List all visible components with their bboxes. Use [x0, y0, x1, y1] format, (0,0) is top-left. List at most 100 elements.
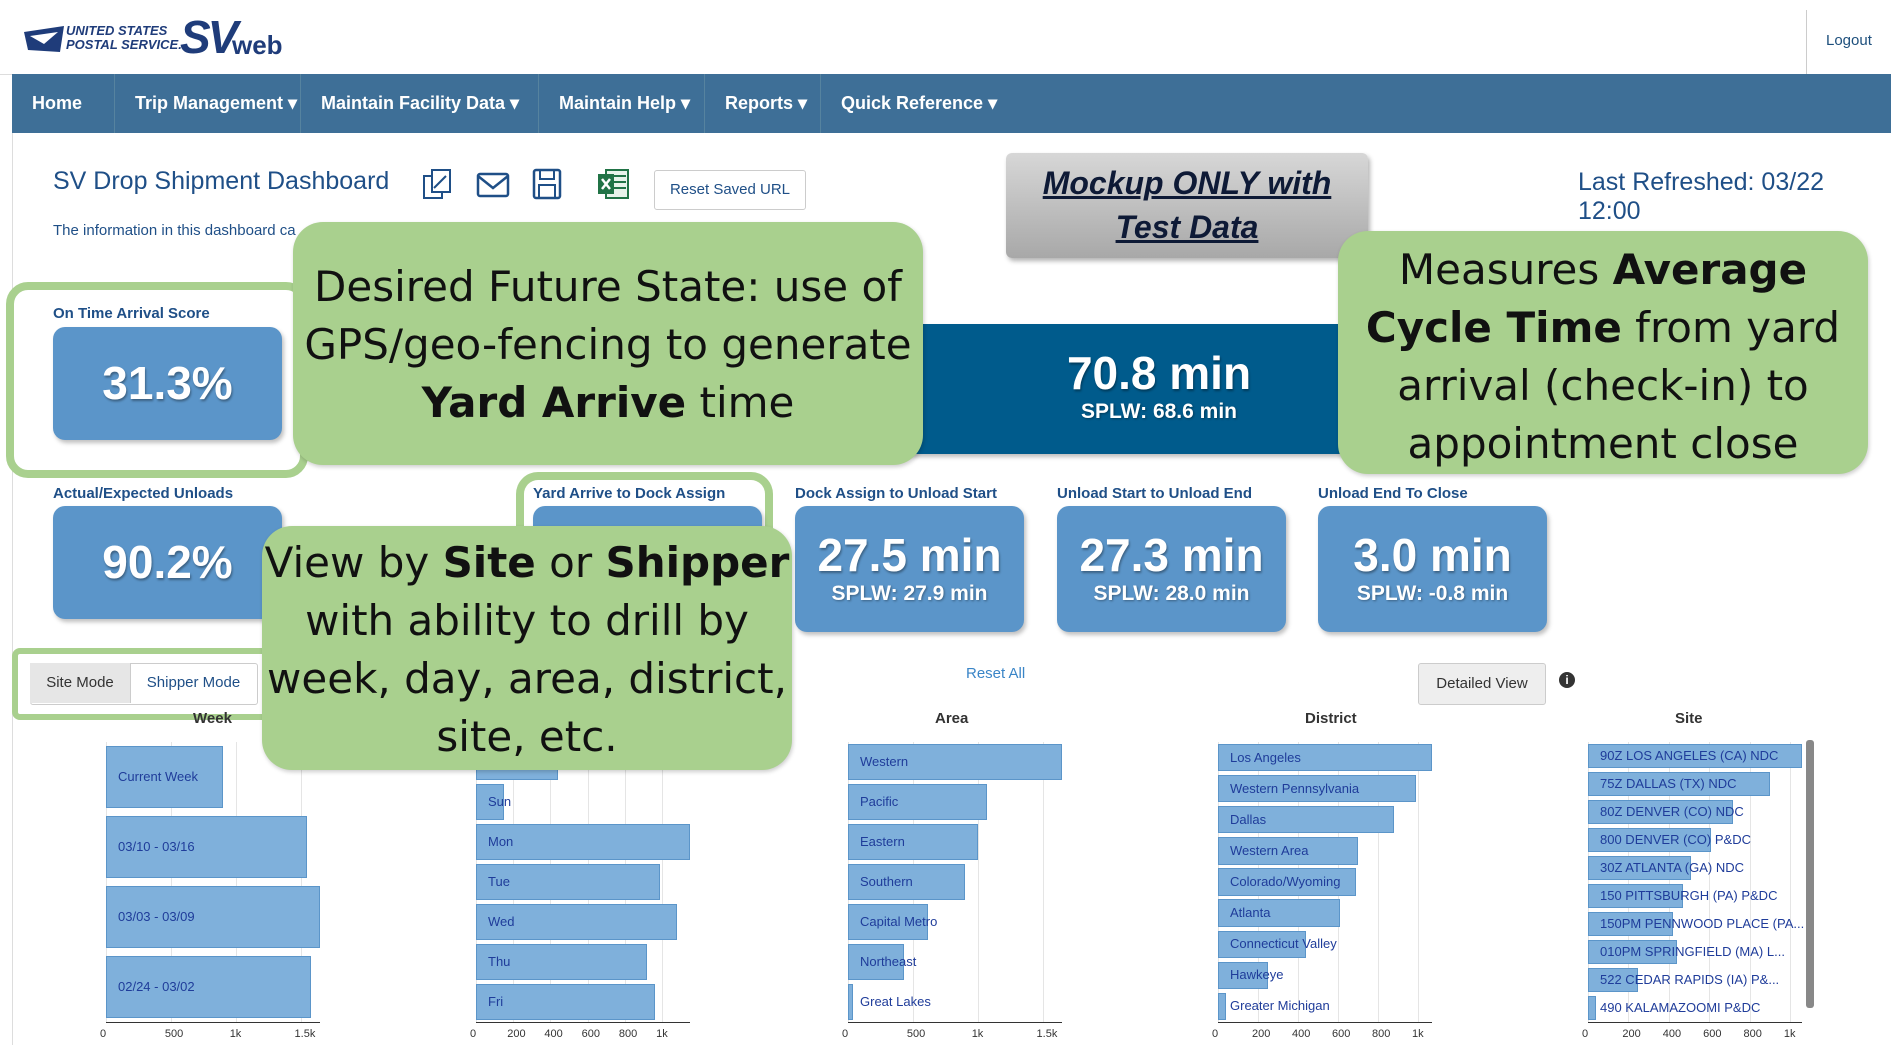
- future-state-text: Desired Future State: use of GPS/geo-fen…: [304, 262, 912, 369]
- chart-x-axis: [848, 1022, 1062, 1023]
- chart-tick-label: 1k: [971, 1028, 984, 1040]
- chart-tick-label: 1k: [229, 1028, 242, 1040]
- chart-bar-label: Southern: [860, 874, 913, 889]
- excel-export-icon[interactable]: [596, 168, 630, 200]
- chart-tick-label: 0: [842, 1028, 849, 1040]
- actual-expected-tile[interactable]: 90.2%: [53, 506, 282, 619]
- save-icon[interactable]: [530, 168, 564, 200]
- chart-tick-label: 800: [1372, 1028, 1391, 1040]
- yard-to-dock-label: Yard Arrive to Dock Assign: [533, 485, 726, 502]
- nav-quick-reference[interactable]: Quick Reference ▾: [821, 74, 1021, 133]
- chart-bar-label: 522 CEDAR RAPIDS (IA) P&...: [1600, 972, 1780, 987]
- chart-bar-label: Western: [860, 754, 909, 769]
- chart-tick-label: 800: [618, 1028, 638, 1040]
- svweb-logo-sv: SV: [180, 11, 238, 63]
- nav-trip-management[interactable]: Trip Management ▾: [115, 74, 301, 133]
- chart-title: District: [1305, 710, 1357, 727]
- unload-start-end-label: Unload Start to Unload End: [1057, 485, 1252, 502]
- chart-bar-label: Thu: [488, 954, 511, 969]
- chart-gridline: [1789, 742, 1791, 1022]
- chart-bar[interactable]: [1218, 992, 1226, 1021]
- chart-bar-label: 010PM SPRINGFIELD (MA) L...: [1600, 944, 1785, 959]
- view-by-text-end: with ability to drill by week, day, area…: [267, 596, 787, 761]
- info-icon[interactable]: i: [1559, 672, 1575, 688]
- site-chart: Site 0 200 400 600 800 1k 90Z LOS ANGELES (CA) …: [1582, 710, 1805, 1045]
- chart-bar-label: 80Z DENVER (CO) NDC: [1600, 804, 1744, 819]
- chart-bar-label: Tue: [488, 874, 510, 889]
- logout-link[interactable]: Logout: [1826, 32, 1872, 49]
- nav-maintain-facility-data[interactable]: Maintain Facility Data ▾: [301, 74, 539, 133]
- dock-to-unload-splw: SPLW: 27.9 min: [831, 582, 988, 605]
- nav-reports[interactable]: Reports ▾: [705, 74, 821, 133]
- chart-bar-label: Hawkeye: [1230, 967, 1284, 983]
- chart-bar-label: 150PM PENNWOOD PLACE (PA...: [1600, 916, 1805, 931]
- nav-maintain-help[interactable]: Maintain Help ▾: [539, 74, 705, 133]
- actual-expected-value: 90.2%: [102, 536, 233, 588]
- chart-bar-label: 800 DENVER (CO) P&DC: [1600, 832, 1751, 847]
- chart-bar-label: Wed: [488, 914, 515, 929]
- chart-bar-label: Western Pennsylvania: [1230, 780, 1360, 796]
- on-time-score-label: On Time Arrival Score: [53, 305, 210, 322]
- chart-bar-label: Fri: [488, 994, 504, 1009]
- chart-bar-label: Western Area: [1230, 842, 1309, 858]
- chart-bar-label: Greater Michigan: [1230, 998, 1330, 1014]
- dock-to-unload-label: Dock Assign to Unload Start: [795, 485, 997, 502]
- chart-bar[interactable]: [848, 984, 854, 1020]
- mockup-line1: Mockup ONLY with: [1042, 165, 1332, 201]
- chart-bar-label: Colorado/Wyoming: [1230, 874, 1341, 889]
- chart-bar-label: Pacific: [860, 794, 899, 809]
- email-icon[interactable]: [476, 168, 510, 200]
- chart-tick-label: 1.5k: [1036, 1028, 1058, 1040]
- district-chart: District 0 200 400 600 800 1k Los Angeles Wester…: [1212, 710, 1432, 1045]
- reset-saved-url-button[interactable]: Reset Saved URL: [654, 170, 806, 210]
- site-chart-scrollbar[interactable]: [1806, 740, 1814, 1008]
- chart-bar-label: 03/03 - 03/09: [118, 909, 195, 924]
- reset-all-link[interactable]: Reset All: [966, 665, 1025, 682]
- chart-tick-label: 800: [1743, 1028, 1762, 1040]
- chart-bar-label: Los Angeles: [1230, 749, 1301, 765]
- actual-expected-label: Actual/Expected Unloads: [53, 485, 234, 502]
- unload-end-close-label: Unload End To Close: [1318, 485, 1468, 502]
- logo-text-line1: UNITED STATES: [66, 23, 168, 38]
- unload-end-close-tile[interactable]: 3.0 min SPLW: -0.8 min: [1318, 506, 1547, 632]
- unload-start-end-tile[interactable]: 27.3 min SPLW: 28.0 min: [1057, 506, 1286, 632]
- chart-bar-label: 150 PITTSBURGH (PA) P&DC: [1600, 888, 1778, 903]
- detailed-view-button[interactable]: Detailed View: [1418, 663, 1546, 705]
- chart-tick-label: 0: [1582, 1028, 1589, 1040]
- page-title: SV Drop Shipment Dashboard: [53, 167, 390, 195]
- future-state-bold: Yard Arrive: [421, 378, 687, 427]
- on-time-score-tile[interactable]: 31.3%: [53, 327, 282, 440]
- top-header: [0, 0, 1891, 75]
- mockup-notice: Mockup ONLY with Test Data: [1006, 153, 1368, 258]
- dashboard-info-text: The information in this dashboard ca: [53, 222, 296, 239]
- copy-link-icon[interactable]: [420, 168, 454, 200]
- chart-tick-label: 500: [164, 1028, 184, 1040]
- measures-text: Measures: [1398, 245, 1613, 294]
- nav-home[interactable]: Home: [12, 74, 115, 133]
- chart-bar-label: 30Z ATLANTA (GA) NDC: [1600, 860, 1744, 875]
- last-refreshed: Last Refreshed: 03/22 12:00: [1578, 168, 1824, 225]
- chart-bar-label: Northeast: [860, 954, 917, 969]
- chart-bar-label: 90Z LOS ANGELES (CA) NDC: [1600, 748, 1779, 763]
- avg-cycle-time-splw: SPLW: 68.6 min: [1081, 400, 1237, 423]
- chart-bar-label: Sun: [488, 794, 512, 809]
- chart-bar-label: Great Lakes: [860, 994, 931, 1009]
- chart-tick-label: 200: [507, 1028, 526, 1040]
- unload-start-end-splw: SPLW: 28.0 min: [1093, 582, 1250, 605]
- site-mode-button[interactable]: Site Mode: [30, 663, 131, 703]
- shipper-mode-button[interactable]: Shipper Mode: [131, 663, 256, 703]
- dock-to-unload-tile[interactable]: 27.5 min SPLW: 27.9 min: [795, 506, 1024, 632]
- chart-bar[interactable]: [1588, 995, 1597, 1021]
- on-time-score-value: 31.3%: [102, 357, 233, 409]
- future-state-callout: Desired Future State: use of GPS/geo-fen…: [293, 222, 923, 465]
- avg-cycle-time-tile[interactable]: 70.8 min SPLW: 68.6 min: [909, 324, 1409, 454]
- chart-tick-label: 600: [581, 1028, 600, 1040]
- unload-start-end-value: 27.3 min: [1079, 529, 1264, 581]
- logo-text-line2: POSTAL SERVICE.: [66, 37, 182, 52]
- chart-tick-label: 400: [1662, 1028, 1682, 1040]
- chart-title: Area: [935, 710, 969, 727]
- chart-tick-label: 1.5k: [294, 1028, 316, 1040]
- chart-tick-label: 400: [544, 1028, 563, 1040]
- view-by-site: Site: [442, 538, 536, 587]
- chart-tick-label: 0: [1212, 1028, 1219, 1040]
